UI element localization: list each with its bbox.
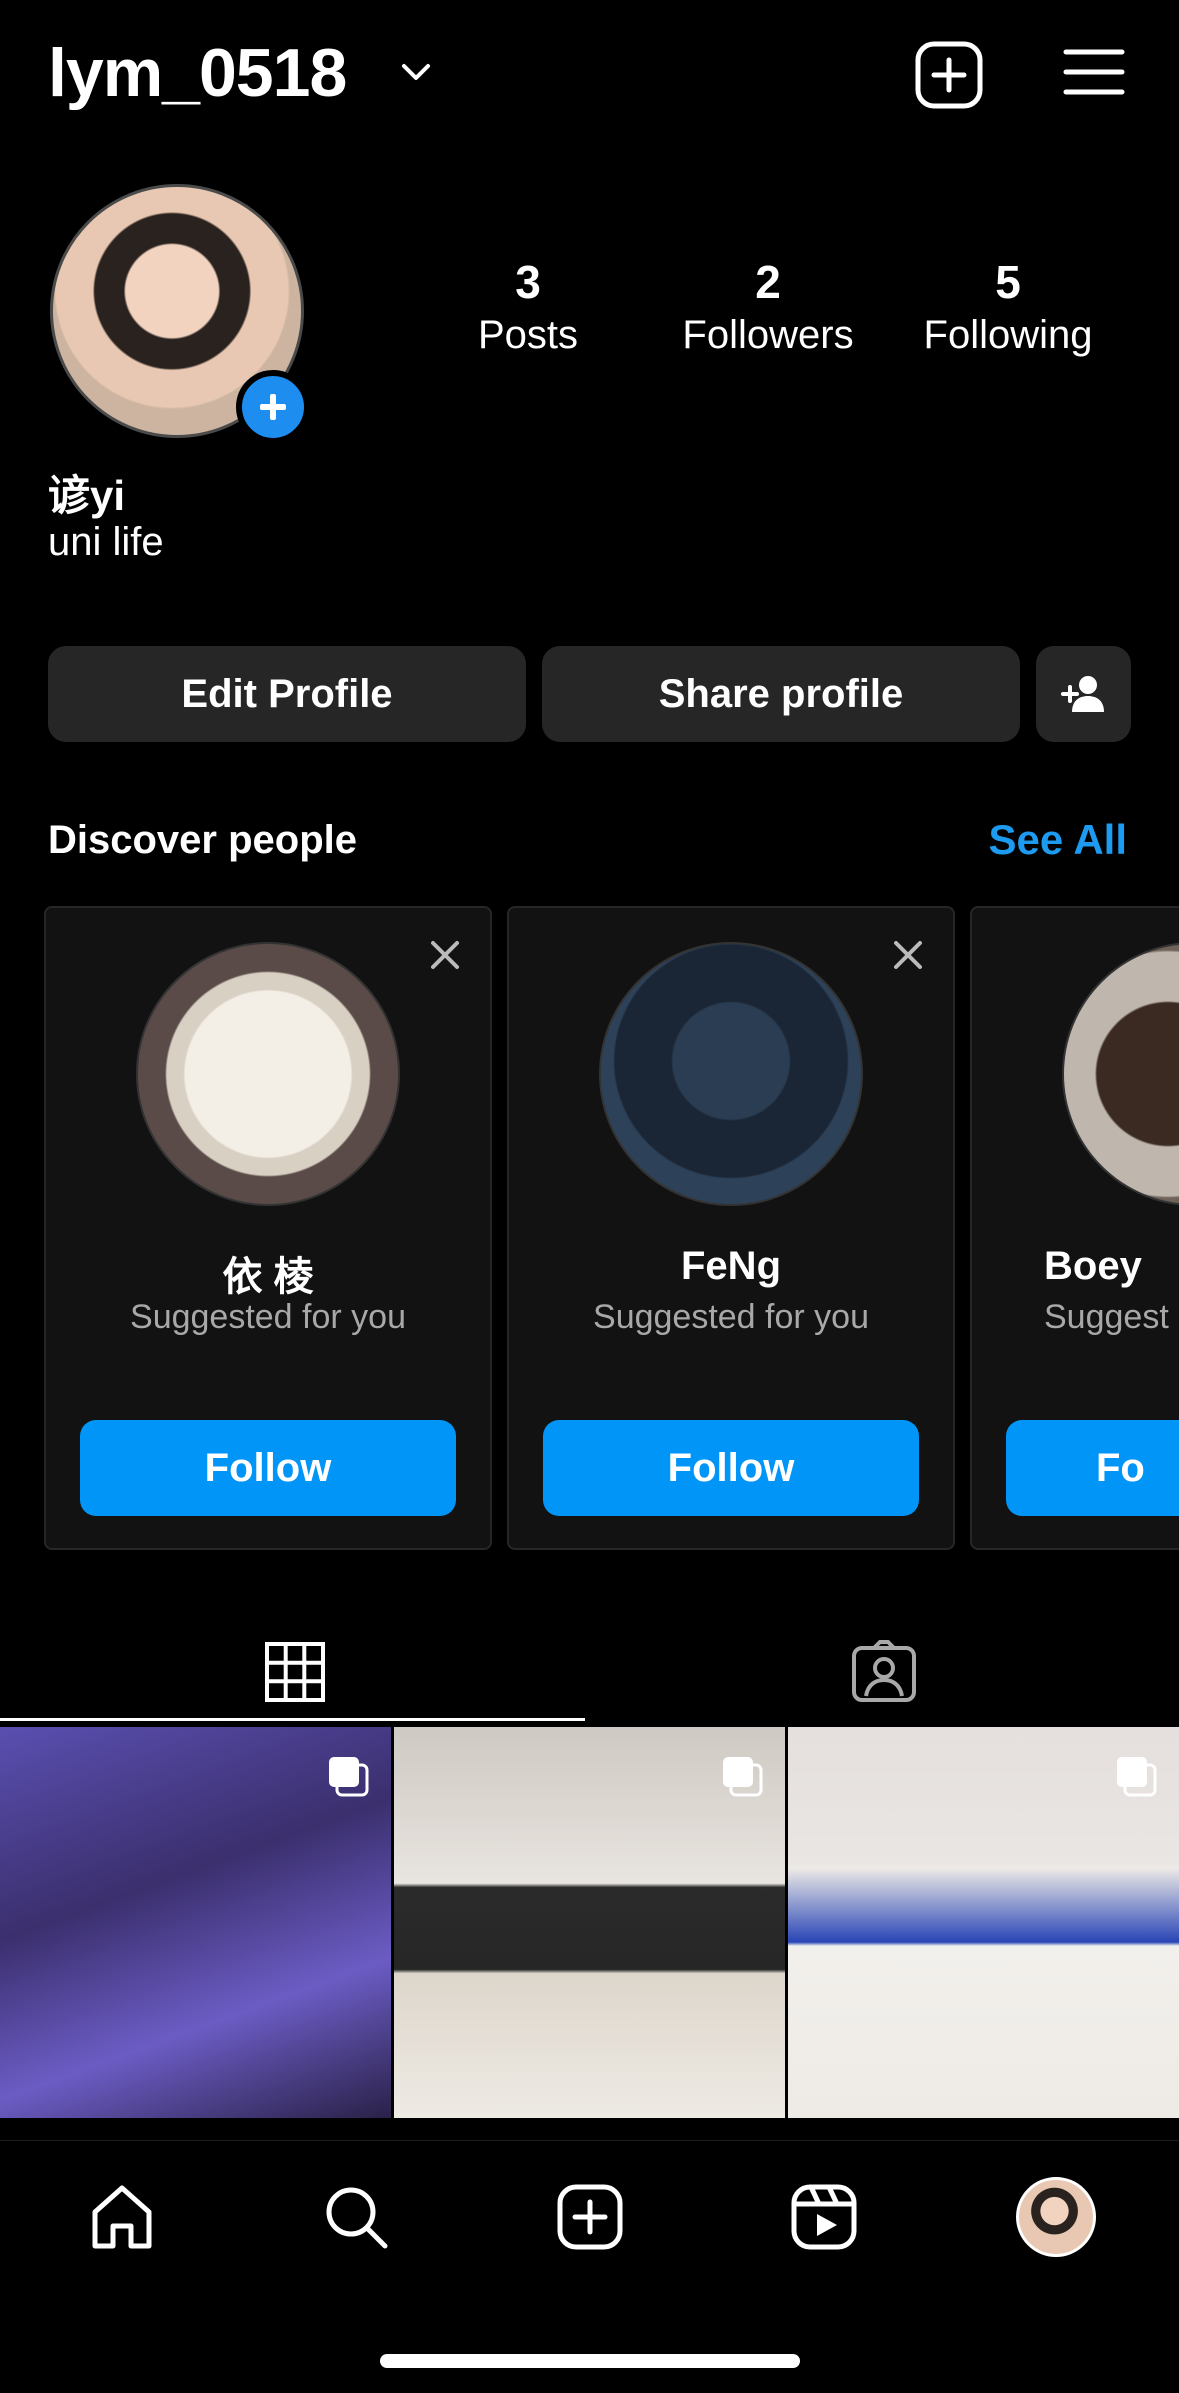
- following-stat[interactable]: 5 Following: [898, 254, 1118, 360]
- suggestion-name[interactable]: 依 棱: [46, 1244, 490, 1302]
- suggestion-avatar[interactable]: [1062, 942, 1179, 1206]
- profile-bio: uni life: [48, 520, 164, 564]
- carousel-icon: [329, 1757, 369, 1797]
- home-icon: [92, 2185, 152, 2249]
- followers-stat[interactable]: 2 Followers: [658, 254, 878, 360]
- suggestion-name[interactable]: Boey: [1044, 1244, 1179, 1289]
- grid-icon: [264, 1642, 325, 1702]
- nav-reels[interactable]: [784, 2177, 864, 2257]
- suggestion-subtitle: Suggested for you: [593, 1298, 869, 1336]
- add-story-icon[interactable]: [236, 370, 310, 444]
- following-label: Following: [923, 313, 1093, 357]
- follow-button[interactable]: Fo: [1006, 1420, 1179, 1516]
- create-post-icon[interactable]: [914, 40, 984, 110]
- bottom-nav: [0, 2140, 1179, 2290]
- home-indicator: [380, 2354, 800, 2368]
- suggestion-avatar[interactable]: [136, 942, 400, 1206]
- reels-icon: [791, 2184, 857, 2250]
- post-thumbnail[interactable]: [788, 1727, 1179, 2118]
- following-count: 5: [995, 256, 1021, 308]
- nav-home[interactable]: [82, 2177, 162, 2257]
- suggestion-card[interactable]: 依 棱 Suggested for you Follow: [44, 906, 492, 1550]
- posts-count: 3: [515, 256, 541, 308]
- discover-people-title: Discover people: [48, 818, 358, 862]
- top-header: lym_0518: [0, 0, 1179, 150]
- edit-profile-button[interactable]: Edit Profile: [48, 646, 526, 742]
- posts-label: Posts: [477, 313, 579, 357]
- nav-search[interactable]: [316, 2177, 396, 2257]
- chevron-down-icon[interactable]: [398, 58, 434, 88]
- search-icon: [326, 2187, 388, 2249]
- suggestion-name[interactable]: FeNg: [509, 1244, 953, 1289]
- followers-label: Followers: [682, 313, 854, 357]
- carousel-icon: [1117, 1757, 1157, 1797]
- create-icon: [557, 2184, 623, 2250]
- post-thumbnail[interactable]: [0, 1727, 391, 2118]
- suggestion-card[interactable]: FeNg Suggested for you Follow: [507, 906, 955, 1550]
- share-profile-button[interactable]: Share profile: [542, 646, 1020, 742]
- menu-icon[interactable]: [1062, 44, 1126, 100]
- tab-tagged[interactable]: [589, 1620, 1178, 1724]
- active-tab-indicator: [0, 1718, 585, 1721]
- nav-profile[interactable]: [1016, 2177, 1096, 2257]
- discover-people-button[interactable]: [1036, 646, 1131, 742]
- tab-posts-grid[interactable]: [0, 1620, 589, 1724]
- suggestion-subtitle: Suggested for you: [130, 1298, 406, 1336]
- close-icon[interactable]: [891, 938, 925, 972]
- follow-button[interactable]: Follow: [80, 1420, 456, 1516]
- suggestion-subtitle: Suggest: [1044, 1298, 1169, 1336]
- carousel-icon: [723, 1757, 763, 1797]
- suggestion-card[interactable]: Boey Suggest Fo: [970, 906, 1179, 1550]
- profile-avatar: [1016, 2177, 1096, 2257]
- follow-button[interactable]: Follow: [543, 1420, 919, 1516]
- posts-stat[interactable]: 3 Posts: [418, 254, 638, 360]
- close-icon[interactable]: [428, 938, 462, 972]
- profile-full-name: 谚yi: [48, 472, 126, 519]
- username-switcher[interactable]: lym_0518: [48, 34, 347, 112]
- followers-count: 2: [755, 256, 781, 308]
- add-person-icon: [1060, 676, 1104, 712]
- nav-create[interactable]: [550, 2177, 630, 2257]
- see-all-link[interactable]: See All: [988, 816, 1127, 864]
- post-thumbnail[interactable]: [394, 1727, 785, 2118]
- tagged-icon: [851, 1640, 916, 1702]
- suggestion-avatar[interactable]: [599, 942, 863, 1206]
